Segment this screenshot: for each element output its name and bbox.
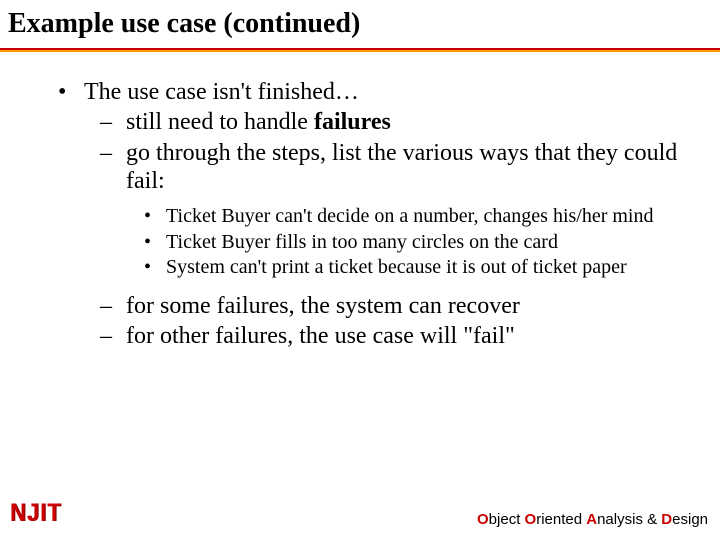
bullet-lvl3-c: System can't print a ticket because it i…	[42, 256, 682, 280]
footer-letter-o1: O	[477, 511, 489, 528]
footer-tagline: Object Oriented Analysis & Design	[477, 511, 708, 528]
text-bold-failures: failures	[314, 109, 391, 135]
slide: Example use case (continued) The use cas…	[0, 0, 720, 540]
slide-title: Example use case (continued)	[8, 8, 360, 40]
footer-word-2: riented	[536, 511, 586, 528]
bullet-lvl2-failures: still need to handle failures	[42, 108, 682, 136]
footer-word-4: esign	[672, 511, 708, 528]
footer-word-3: nalysis &	[597, 511, 661, 528]
njit-logo: NJIT	[10, 498, 62, 528]
text-fragment: still need to handle	[126, 109, 314, 135]
bullet-lvl2-steps: go through the steps, list the various w…	[42, 139, 682, 196]
bullet-lvl2-recover: for some failures, the system can recove…	[42, 292, 682, 320]
bullet-lvl3-group: Ticket Buyer can't decide on a number, c…	[42, 205, 682, 280]
bullet-lvl3-a: Ticket Buyer can't decide on a number, c…	[42, 205, 682, 229]
footer-letter-o2: O	[525, 511, 537, 528]
footer-letter-d: D	[661, 511, 672, 528]
bullet-lvl1: The use case isn't finished…	[42, 78, 682, 106]
content-body: The use case isn't finished… still need …	[42, 78, 682, 353]
bullet-lvl3-b: Ticket Buyer fills in too many circles o…	[42, 231, 682, 255]
underline-orange	[0, 50, 720, 52]
footer-word-1: bject	[489, 511, 525, 528]
title-underline	[0, 48, 720, 52]
footer-letter-a: A	[586, 511, 597, 528]
bullet-lvl2-fail: for other failures, the use case will "f…	[42, 322, 682, 350]
